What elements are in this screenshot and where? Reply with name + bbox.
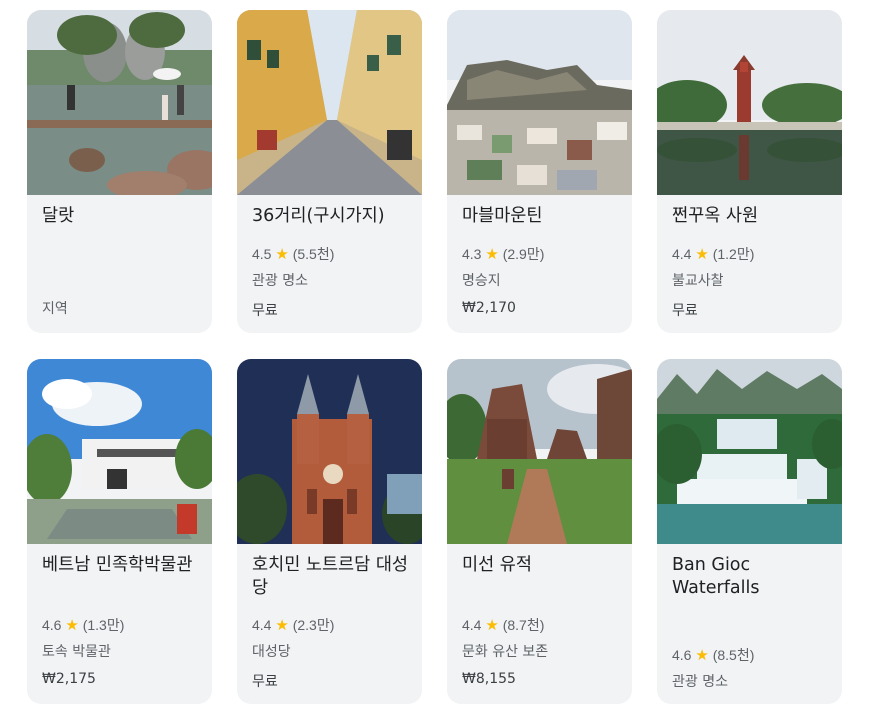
review-count: (2.3만) <box>292 617 335 633</box>
rating-row: 4.6 ★ (8.5천) <box>672 645 754 665</box>
rating-value: 4.4 <box>252 617 272 633</box>
place-card-notre-dame-cathedral[interactable]: 호치민 노트르담 대성당 4.4 ★ (2.3만) 대성당 무료 <box>237 359 422 704</box>
place-title: Ban Gioc Waterfalls <box>672 555 760 598</box>
place-title: 베트남 민족학박물관 <box>42 555 193 575</box>
place-category: 명승지 <box>462 273 501 289</box>
place-category: 대성당 <box>252 644 291 660</box>
place-photo <box>27 10 212 195</box>
place-category: 토속 박물관 <box>42 644 111 660</box>
place-category: 관광 명소 <box>252 273 308 289</box>
place-photo <box>657 359 842 544</box>
rating-value: 4.3 <box>462 246 482 262</box>
place-price: 무료 <box>672 303 698 319</box>
place-photo <box>237 359 422 544</box>
place-card-tran-quoc-pagoda[interactable]: 쩐꾸옥 사원 4.4 ★ (1.2만) 불교사찰 무료 <box>657 10 842 333</box>
place-price: ₩2,170 <box>462 300 516 316</box>
rating-row: 4.3 ★ (2.9만) <box>462 244 544 264</box>
place-title: 36거리(구시가지) <box>252 206 385 226</box>
star-icon: ★ <box>65 617 79 634</box>
rating-value: 4.5 <box>252 246 272 262</box>
place-title: 달랏 <box>42 206 75 226</box>
rating-row: 4.6 ★ (1.3만) <box>42 615 124 635</box>
review-count: (8.7천) <box>502 617 545 633</box>
place-card-ban-gioc-waterfalls[interactable]: Ban Gioc Waterfalls 4.6 ★ (8.5천) 관광 명소 <box>657 359 842 704</box>
place-title: 쩐꾸옥 사원 <box>672 206 759 226</box>
place-price: 무료 <box>252 303 278 319</box>
place-photo <box>657 10 842 195</box>
place-card-marble-mountains[interactable]: 마블마운틴 4.3 ★ (2.9만) 명승지 ₩2,170 <box>447 10 632 333</box>
place-photo <box>237 10 422 195</box>
star-icon: ★ <box>695 246 709 263</box>
place-price: 무료 <box>252 674 278 690</box>
place-card-dalat[interactable]: 달랏 지역 <box>27 10 212 333</box>
place-card-ethnology-museum[interactable]: 베트남 민족학박물관 4.6 ★ (1.3만) 토속 박물관 ₩2,175 <box>27 359 212 704</box>
place-title: 마블마운틴 <box>462 206 543 226</box>
place-photo <box>447 10 632 195</box>
star-icon: ★ <box>275 246 289 263</box>
review-count: (1.3만) <box>82 617 125 633</box>
place-photo <box>27 359 212 544</box>
place-title: 호치민 노트르담 대성당 <box>252 555 409 598</box>
place-category: 지역 <box>42 301 68 317</box>
rating-row: 4.5 ★ (5.5천) <box>252 244 334 264</box>
star-icon: ★ <box>485 246 499 263</box>
place-price: ₩8,155 <box>462 671 516 687</box>
star-icon: ★ <box>485 617 499 634</box>
star-icon: ★ <box>695 647 709 664</box>
star-icon: ★ <box>275 617 289 634</box>
rating-value: 4.6 <box>672 647 692 663</box>
place-title: 미선 유적 <box>462 555 532 575</box>
place-photo <box>447 359 632 544</box>
rating-value: 4.4 <box>462 617 482 633</box>
place-card-36-streets[interactable]: 36거리(구시가지) 4.5 ★ (5.5천) 관광 명소 무료 <box>237 10 422 333</box>
rating-row: 4.4 ★ (1.2만) <box>672 244 754 264</box>
place-category: 문화 유산 보존 <box>462 644 549 660</box>
rating-row: 4.4 ★ (8.7천) <box>462 615 544 635</box>
review-count: (5.5천) <box>292 246 335 262</box>
review-count: (8.5천) <box>712 647 755 663</box>
review-count: (2.9만) <box>502 246 545 262</box>
place-price: ₩2,175 <box>42 671 96 687</box>
place-category: 관광 명소 <box>672 674 728 690</box>
rating-value: 4.4 <box>672 246 692 262</box>
place-card-my-son-sanctuary[interactable]: 미선 유적 4.4 ★ (8.7천) 문화 유산 보존 ₩8,155 <box>447 359 632 704</box>
review-count: (1.2만) <box>712 246 755 262</box>
rating-row: 4.4 ★ (2.3만) <box>252 615 334 635</box>
rating-value: 4.6 <box>42 617 62 633</box>
place-category: 불교사찰 <box>672 273 724 289</box>
